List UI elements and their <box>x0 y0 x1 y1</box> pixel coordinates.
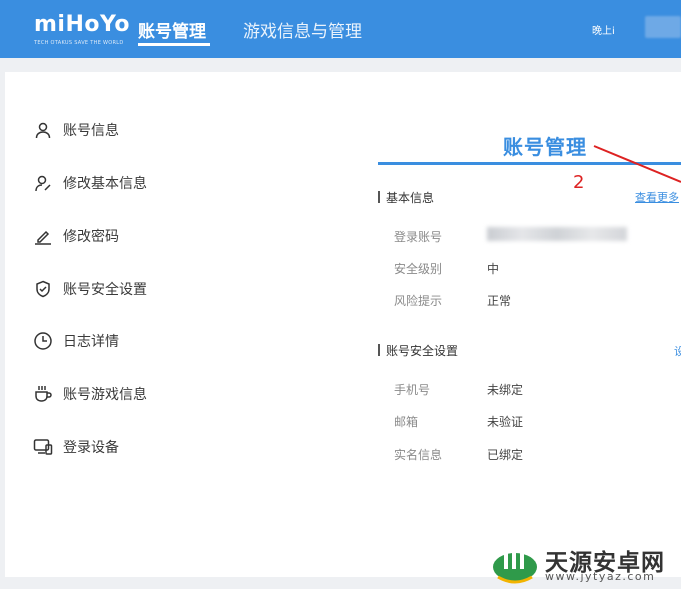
watermark-url: www.jytyaz.com <box>545 570 656 583</box>
phone-value: 未绑定 <box>487 383 524 397</box>
sidebar-item-change-password[interactable]: 修改密码 <box>32 225 119 247</box>
heading-text: 账号安全设置 <box>386 343 459 358</box>
nav-game-info[interactable]: 游戏信息与管理 <box>243 17 362 42</box>
login-account-label: 登录账号 <box>394 230 443 244</box>
realname-label: 实名信息 <box>394 448 443 462</box>
user-edit-icon <box>32 172 54 194</box>
view-more-link[interactable]: 查看更多 <box>635 189 679 205</box>
annotation-arrow <box>593 145 681 183</box>
sidebar-item-login-devices[interactable]: 登录设备 <box>32 436 119 458</box>
sidebar-item-label: 修改密码 <box>63 229 119 245</box>
security-settings-link[interactable]: 设 <box>674 343 681 359</box>
sidebar-item-edit-basic-info[interactable]: 修改基本信息 <box>32 172 147 194</box>
email-label: 邮箱 <box>394 415 419 429</box>
heading-text: 基本信息 <box>386 190 435 205</box>
mihoyo-logo[interactable]: miHoYo <box>34 12 130 37</box>
sidebar-item-game-info[interactable]: 账号游戏信息 <box>32 383 147 405</box>
risk-hint-label: 风险提示 <box>394 294 443 308</box>
sidebar-item-label: 日志详情 <box>63 334 119 350</box>
sidebar-item-label: 账号安全设置 <box>63 282 147 298</box>
greeting-text: 晚上i <box>592 26 615 37</box>
email-value: 未验证 <box>487 415 524 429</box>
heading-bar <box>378 191 380 203</box>
risk-hint-value: 正常 <box>487 294 512 308</box>
devices-icon <box>32 436 54 458</box>
logo-tagline: TECH OTAKUS SAVE THE WORLD <box>34 40 124 46</box>
pen-icon <box>32 225 54 247</box>
sidebar-item-label: 账号信息 <box>63 123 119 139</box>
shield-icon <box>32 278 54 300</box>
heading-bar <box>378 344 380 356</box>
watermark-logo-icon <box>493 543 537 584</box>
basic-info-heading: 基本信息 <box>378 189 434 205</box>
sidebar-item-label: 修改基本信息 <box>63 176 147 192</box>
security-settings-heading: 账号安全设置 <box>378 342 458 358</box>
top-navigation-bar: miHoYo TECH OTAKUS SAVE THE WORLD 账号管理 游… <box>0 0 681 58</box>
security-level-label: 安全级别 <box>394 262 443 276</box>
sidebar-item-security-settings[interactable]: 账号安全设置 <box>32 278 147 300</box>
realname-value: 已绑定 <box>487 448 524 462</box>
page-title: 账号管理 <box>503 135 587 159</box>
sidebar-item-account-info[interactable]: 账号信息 <box>32 119 119 141</box>
login-account-value-blurred <box>487 227 627 241</box>
cup-icon <box>32 383 54 405</box>
nav-account-management[interactable]: 账号管理 <box>138 17 206 42</box>
sidebar-item-label: 登录设备 <box>63 440 119 456</box>
security-level-value: 中 <box>487 262 500 276</box>
nav-active-indicator <box>138 43 210 46</box>
user-name-blurred[interactable] <box>645 16 681 38</box>
annotation-number: 2 <box>573 172 585 193</box>
clock-icon <box>32 330 54 352</box>
sidebar-item-log-details[interactable]: 日志详情 <box>32 330 119 352</box>
phone-label: 手机号 <box>394 383 431 397</box>
user-icon <box>32 119 54 141</box>
sidebar-item-label: 账号游戏信息 <box>63 387 147 403</box>
